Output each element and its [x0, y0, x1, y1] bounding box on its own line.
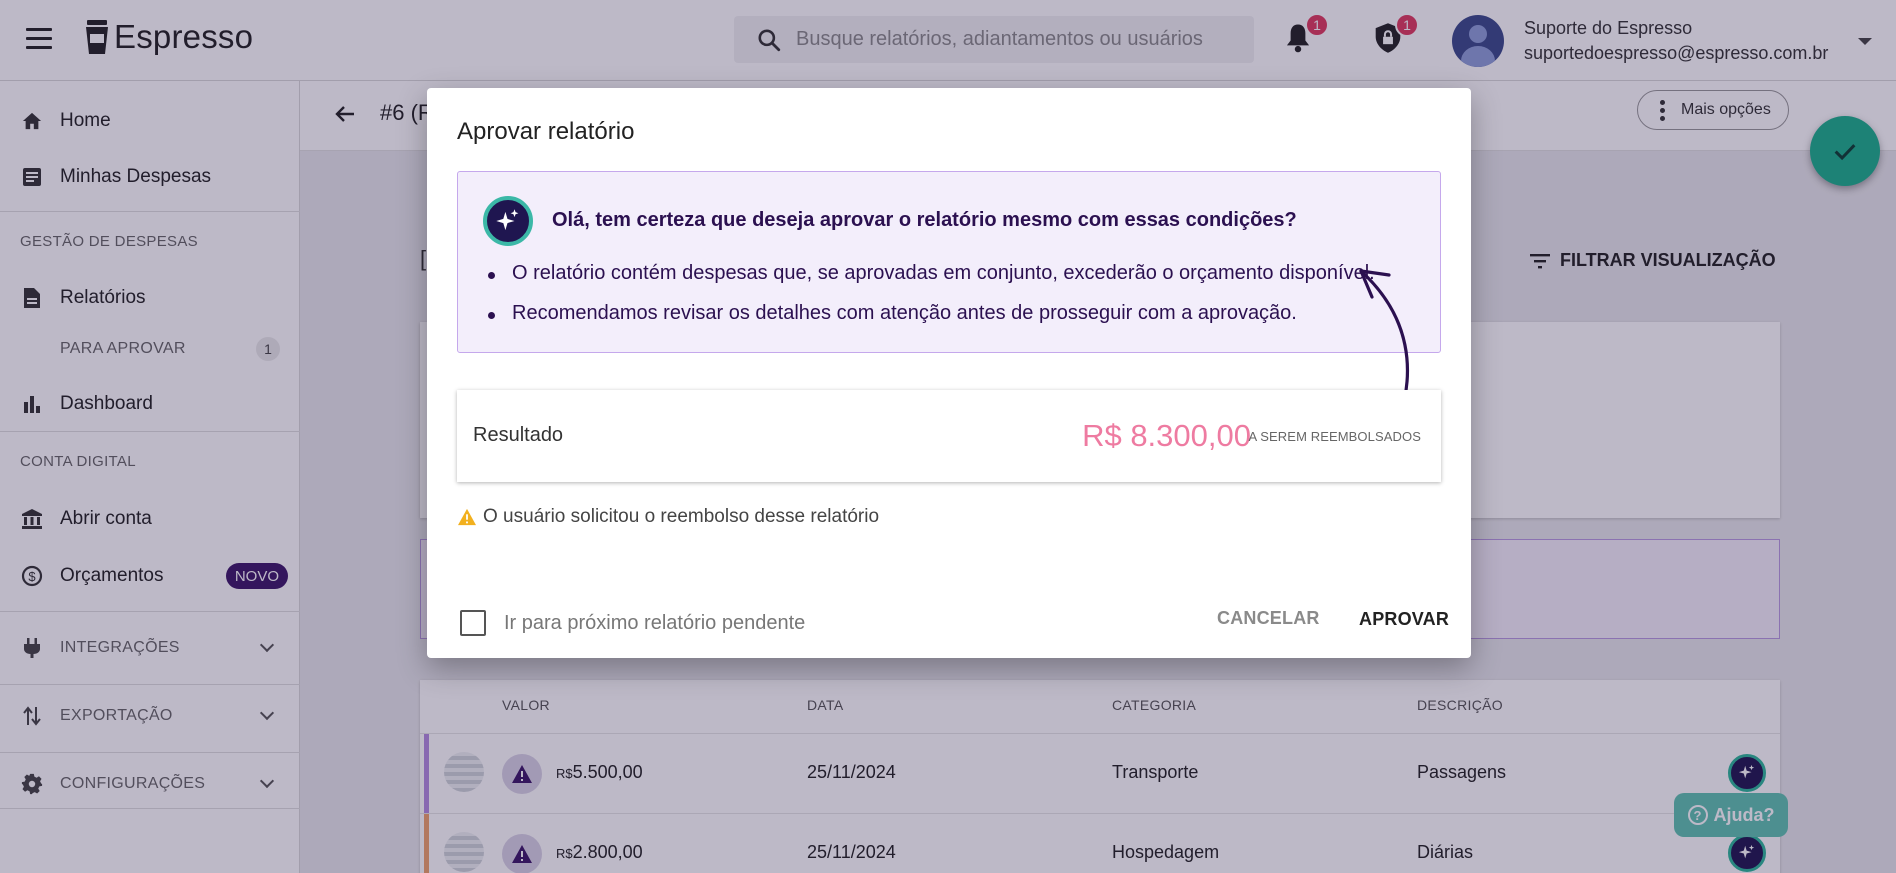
- next-report-checkbox-row[interactable]: Ir para próximo relatório pendente: [460, 610, 805, 636]
- result-label: Resultado: [473, 424, 564, 446]
- list-item: O relatório contém despesas que, se apro…: [488, 262, 1375, 288]
- notice-text: O usuário solicitou o reembolso desse re…: [483, 506, 880, 527]
- cancel-button[interactable]: CANCELAR: [1217, 608, 1320, 629]
- reimbursement-notice: O usuário solicitou o reembolso desse re…: [457, 506, 879, 528]
- ai-warning-question: Olá, tem certeza que deseja aprovar o re…: [552, 209, 1297, 231]
- list-item: Recomendamos revisar os detalhes com ate…: [488, 302, 1375, 328]
- approve-report-dialog: Aprovar relatório Olá, tem certeza que d…: [427, 88, 1471, 658]
- approve-button[interactable]: APROVAR: [1359, 609, 1449, 630]
- ai-warning-list: O relatório contém despesas que, se apro…: [488, 262, 1375, 342]
- warning-icon: [458, 508, 476, 526]
- next-report-label: Ir para próximo relatório pendente: [504, 611, 806, 634]
- result-subtitle: A SEREM REEMBOLSADOS: [1248, 429, 1421, 444]
- dialog-title: Aprovar relatório: [457, 118, 635, 145]
- next-report-checkbox[interactable]: [460, 610, 486, 636]
- ai-warning-box: Olá, tem certeza que deseja aprovar o re…: [457, 171, 1441, 353]
- result-card: Resultado R$ 8.300,00 A SEREM REEMBOLSAD…: [457, 390, 1441, 482]
- ai-sparkle-icon: [483, 196, 533, 246]
- result-amount: R$ 8.300,00: [1082, 418, 1251, 453]
